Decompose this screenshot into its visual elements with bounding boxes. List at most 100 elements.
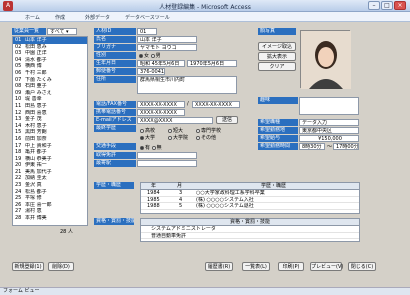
gender-male-radio[interactable] <box>150 53 155 58</box>
hobby-label: 趣味 <box>258 97 298 104</box>
minimize-icon[interactable]: – <box>368 1 380 10</box>
fax-field[interactable]: XXXX-XX-XXXX <box>192 101 240 108</box>
list-item[interactable]: 07 下薗 たくみ <box>13 77 87 84</box>
list-item[interactable]: 01 山本 洋子 <box>13 37 87 44</box>
list-item[interactable]: 06 千村 三郎 <box>13 70 87 77</box>
list-item[interactable]: 24 松島 都子 <box>13 189 87 196</box>
list-item[interactable]: 13 金子 茂 <box>13 116 87 123</box>
list-item[interactable]: 14 木村 恵子 <box>13 123 87 130</box>
list-view-button[interactable]: 一覧表(L) <box>242 262 270 271</box>
person-id-field[interactable]: 01 <box>137 28 157 35</box>
enlarge-view-button[interactable]: 拡大表示 <box>258 52 296 61</box>
clear-photo-button[interactable]: クリア <box>258 62 296 71</box>
list-item-name: 本庄 喜一郎 <box>25 201 52 208</box>
list-item[interactable]: 23 金沢 真 <box>13 182 87 189</box>
table-row[interactable]: 1988 5 (株) ○○○○システム退社 <box>141 203 359 210</box>
transport-yes-radio[interactable] <box>140 145 144 150</box>
print-button[interactable]: 印刷(P) <box>278 262 304 271</box>
education-radio[interactable] <box>196 135 200 140</box>
list-item-id: 05 <box>15 63 22 70</box>
image-import-button[interactable]: イメージ取込 <box>258 42 296 51</box>
close-icon[interactable]: × <box>394 1 406 10</box>
license-field[interactable] <box>137 152 197 159</box>
education-option[interactable]: 短大 <box>168 127 183 134</box>
list-item[interactable]: 25 平塚 修 <box>13 195 87 202</box>
employee-list[interactable]: 01 山本 洋子 02 松田 恵み 03 中園 正洋 04 清水 都子 05 横西 博 06 千村 三… <box>12 36 88 226</box>
list-item[interactable]: 26 本庄 喜一郎 <box>13 202 87 209</box>
list-item[interactable]: 16 前田 加奈 <box>13 136 87 143</box>
education-radio[interactable] <box>168 135 172 140</box>
email-send-button[interactable]: 送信 <box>216 116 238 124</box>
hobby-field[interactable] <box>299 97 359 115</box>
tab-home[interactable]: ホーム <box>25 14 40 21</box>
hope-time-from-field[interactable]: 8時30分 <box>299 143 325 150</box>
education-option[interactable]: その他 <box>196 134 216 141</box>
education-option[interactable]: 高校 <box>140 127 155 134</box>
birth-date-field[interactable]: 昭和 45年5月6日 <box>137 60 185 67</box>
list-item-id: 03 <box>15 50 22 57</box>
list-item[interactable]: 12 西田 喜恵 <box>13 110 87 117</box>
status-bar: フォーム ビュー <box>0 287 410 295</box>
new-record-button[interactable]: 新規登録(1) <box>12 262 44 271</box>
list-item[interactable]: 09 瀬戸 みさえ <box>13 90 87 97</box>
history-grid[interactable]: 年 月 学歴・職歴 1984 3 ○○大学家政科理工系学科卒業 1985 4 (… <box>140 182 360 214</box>
list-item-id: 26 <box>15 201 22 208</box>
list-item-id: 16 <box>15 135 22 142</box>
tab-create[interactable]: 作成 <box>55 14 65 21</box>
hope-place-field[interactable]: 東京都中央区 <box>299 127 359 134</box>
qualifications-grid[interactable]: 資格・賞罰・技能 システムアドミニストレータ 普通自動車免許 <box>140 218 360 242</box>
hope-salary-field[interactable]: ¥150,000 <box>299 135 359 142</box>
kana-field[interactable]: ヤマモト ヨウコ <box>137 44 197 51</box>
list-item[interactable]: 10 堤 善幸 <box>13 96 87 103</box>
hope-salary-label: 希望給与 <box>258 135 298 142</box>
list-item[interactable]: 28 本井 博美 <box>13 215 87 222</box>
phone-field[interactable]: XXXX-XX-XXXX <box>137 101 185 108</box>
maximize-icon[interactable]: □ <box>381 1 393 10</box>
list-item[interactable]: 11 田島 恵子 <box>13 103 87 110</box>
transport-no-radio[interactable] <box>151 145 156 150</box>
transport-radio-group[interactable]: 有 無 <box>140 144 162 151</box>
preview-button[interactable]: プレビュー(V) <box>310 262 343 271</box>
list-item-id: 22 <box>15 175 22 182</box>
list-item[interactable]: 19 横山 恭美子 <box>13 156 87 163</box>
list-item[interactable]: 20 伊東 祐一 <box>13 162 87 169</box>
list-item[interactable]: 08 石田 亜子 <box>13 83 87 90</box>
list-item[interactable]: 22 加納 圭太 <box>13 175 87 182</box>
zip-code-field[interactable]: 376-0041 <box>137 68 165 75</box>
hope-time-to-field[interactable]: 17時00分 <box>333 143 359 150</box>
resume-button[interactable]: 履歴書(R) <box>205 262 233 271</box>
station-field[interactable] <box>137 160 197 167</box>
education-option[interactable]: 大学 <box>140 134 155 141</box>
education-radio[interactable] <box>196 128 200 133</box>
delete-button[interactable]: 削除(D) <box>48 262 74 271</box>
address-field[interactable]: 群馬県桐生市川内町 <box>137 76 237 94</box>
mobile-field[interactable]: XXXX-XX-XXXX <box>137 109 185 116</box>
list-item[interactable]: 21 美馬 加代子 <box>13 169 87 176</box>
list-item[interactable]: 27 湯村 恵 <box>13 208 87 215</box>
list-item[interactable]: 02 松田 恵み <box>13 44 87 51</box>
close-form-button[interactable]: 閉じる(C) <box>348 262 376 271</box>
list-item[interactable]: 05 横西 博 <box>13 63 87 70</box>
table-row[interactable]: 普通自動車免許 <box>141 233 359 239</box>
hope-job-field[interactable]: データ入力 <box>299 119 359 126</box>
education-radio[interactable] <box>140 135 144 140</box>
list-item[interactable]: 15 黒田 芳朗 <box>13 129 87 136</box>
birth-western-field[interactable]: 1970年5月6日 <box>187 60 237 67</box>
list-item[interactable]: 04 清水 都子 <box>13 57 87 64</box>
education-option[interactable]: 大学院 <box>168 134 188 141</box>
list-item[interactable]: 03 中園 正洋 <box>13 50 87 57</box>
education-radio[interactable] <box>140 128 144 133</box>
gender-radio-group[interactable]: 女 男 <box>139 52 161 59</box>
education-option[interactable]: 専門学校 <box>196 127 221 134</box>
list-filter-select[interactable]: すべて ▾ <box>47 28 77 35</box>
education-radio[interactable] <box>168 128 172 133</box>
tab-external-data[interactable]: 外部データ <box>85 14 110 21</box>
employee-photo <box>300 30 351 89</box>
tab-database-tools[interactable]: データベースツール <box>125 14 170 21</box>
list-item[interactable]: 18 亀井 都子 <box>13 149 87 156</box>
name-field[interactable]: 山本 洋子 <box>137 36 197 43</box>
email-field[interactable]: XXXX@XXXX <box>137 117 213 124</box>
list-item[interactable]: 17 中上 貴和子 <box>13 143 87 150</box>
list-item-id: 09 <box>15 89 22 96</box>
gender-female-radio[interactable] <box>139 53 143 58</box>
